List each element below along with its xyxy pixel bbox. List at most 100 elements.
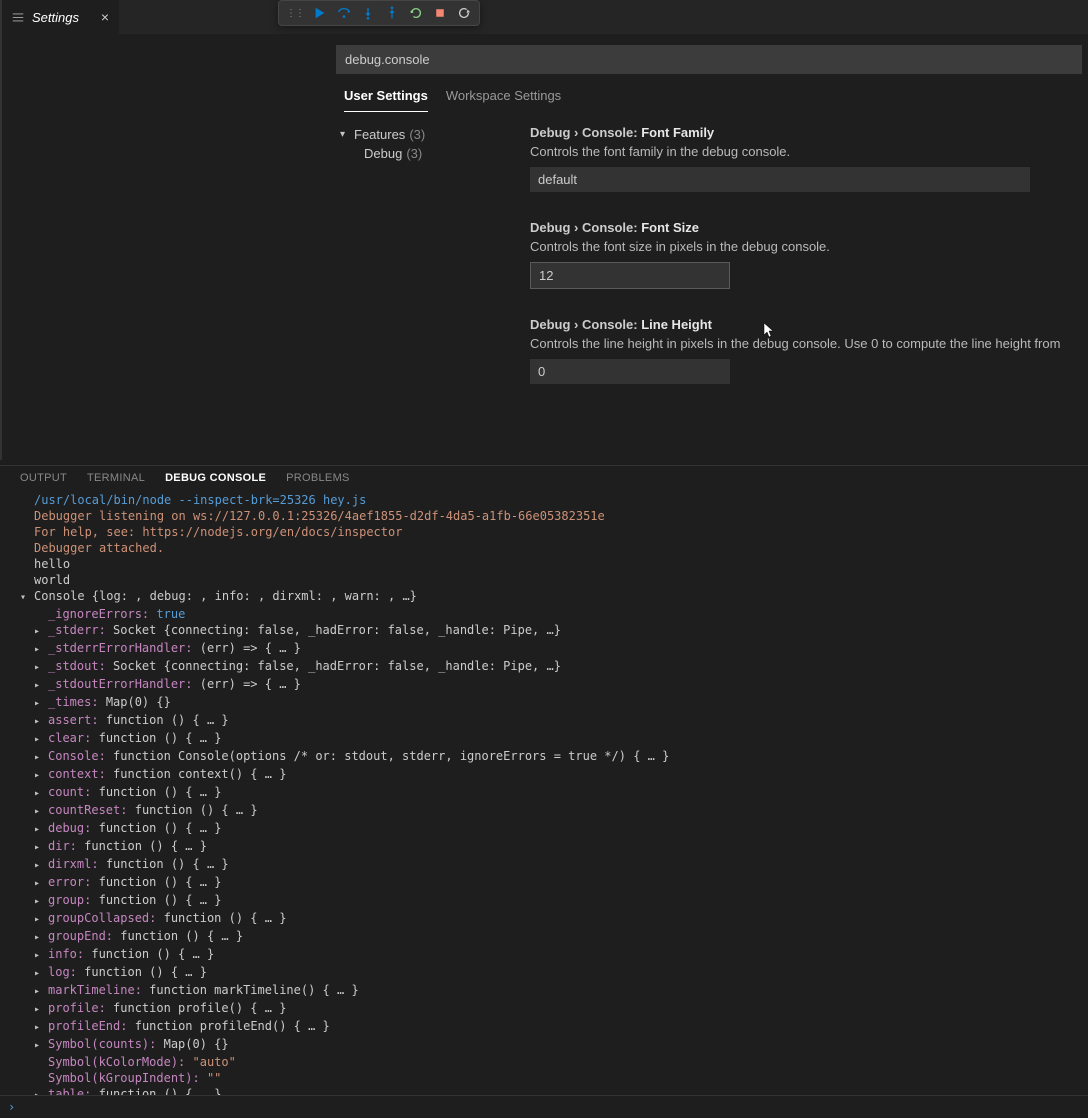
setting-description: Controls the font family in the debug co… xyxy=(530,144,1080,159)
chevron-right-icon[interactable] xyxy=(34,660,44,676)
console-prop[interactable]: error: function () { … } xyxy=(20,874,1088,892)
console-prop[interactable]: info: function () { … } xyxy=(20,946,1088,964)
debug-restart-button[interactable] xyxy=(405,2,427,24)
settings-tab-icon xyxy=(10,9,26,25)
console-expandable[interactable]: Console {log: , debug: , info: , dirxml:… xyxy=(20,588,1088,606)
chevron-right-icon[interactable] xyxy=(34,768,44,784)
chevron-right-icon[interactable] xyxy=(34,930,44,946)
chevron-right-icon[interactable] xyxy=(34,678,44,694)
debug-step-out-button[interactable] xyxy=(381,2,403,24)
font-size-input[interactable] xyxy=(530,262,730,289)
setting-name: Font Size xyxy=(641,220,699,235)
chevron-right-icon[interactable] xyxy=(34,876,44,892)
debug-continue-button[interactable] xyxy=(309,2,331,24)
editor-tab-bar: Settings × xyxy=(0,0,1088,35)
chevron-down-icon[interactable] xyxy=(20,590,30,606)
chevron-right-icon[interactable] xyxy=(34,1088,44,1095)
console-line: /usr/local/bin/node --inspect-brk=25326 … xyxy=(20,492,1088,508)
chevron-right-icon[interactable] xyxy=(34,1002,44,1018)
debug-console-input[interactable]: › xyxy=(0,1095,1088,1118)
console-prop[interactable]: debug: function () { … } xyxy=(20,820,1088,838)
console-prop[interactable]: groupCollapsed: function () { … } xyxy=(20,910,1088,928)
chevron-right-icon[interactable] xyxy=(34,858,44,874)
console-prop[interactable]: Symbol(counts): Map(0) {} xyxy=(20,1036,1088,1054)
prompt-icon: › xyxy=(8,1100,15,1114)
setting-description: Controls the font size in pixels in the … xyxy=(530,239,1080,254)
panel-tab-debug-console[interactable]: DEBUG CONSOLE xyxy=(165,472,266,484)
setting-prefix: Debug › Console: xyxy=(530,220,641,235)
debug-toolbar[interactable]: ⋮⋮ xyxy=(278,0,480,26)
debug-step-into-button[interactable] xyxy=(357,2,379,24)
console-prop[interactable]: _stderrErrorHandler: (err) => { … } xyxy=(20,640,1088,658)
console-prop[interactable]: markTimeline: function markTimeline() { … xyxy=(20,982,1088,1000)
chevron-right-icon[interactable] xyxy=(34,912,44,928)
console-prop[interactable]: countReset: function () { … } xyxy=(20,802,1088,820)
chevron-right-icon[interactable] xyxy=(34,984,44,1000)
setting-name: Line Height xyxy=(641,317,712,332)
debug-console-output[interactable]: /usr/local/bin/node --inspect-brk=25326 … xyxy=(0,490,1088,1095)
chevron-right-icon[interactable] xyxy=(34,714,44,730)
settings-scope-tabs: User Settings Workspace Settings xyxy=(344,88,1088,113)
panel-tabs: OUTPUT TERMINAL DEBUG CONSOLE PROBLEMS xyxy=(0,466,1088,490)
chevron-right-icon[interactable] xyxy=(34,696,44,712)
setting-font-size: Debug › Console: Font Size Controls the … xyxy=(530,220,1080,289)
console-prop: Symbol(kGroupIndent): "" xyxy=(20,1070,1088,1086)
chevron-right-icon[interactable] xyxy=(34,894,44,910)
console-prop[interactable]: context: function context() { … } xyxy=(20,766,1088,784)
close-icon[interactable]: × xyxy=(101,9,109,25)
setting-line-height: Debug › Console: Line Height Controls th… xyxy=(530,317,1080,384)
console-prop[interactable]: _stderr: Socket {connecting: false, _had… xyxy=(20,622,1088,640)
console-prop[interactable]: assert: function () { … } xyxy=(20,712,1088,730)
debug-disconnect-button[interactable] xyxy=(453,2,475,24)
toc-debug[interactable]: Debug (3) xyxy=(364,144,530,163)
console-prop[interactable]: group: function () { … } xyxy=(20,892,1088,910)
console-prop[interactable]: profileEnd: function profileEnd() { … } xyxy=(20,1018,1088,1036)
tab-user-settings[interactable]: User Settings xyxy=(344,88,428,112)
console-prop[interactable]: clear: function () { … } xyxy=(20,730,1088,748)
chevron-right-icon[interactable] xyxy=(34,1038,44,1054)
chevron-right-icon[interactable] xyxy=(34,840,44,856)
chevron-right-icon[interactable] xyxy=(34,948,44,964)
chevron-right-icon[interactable] xyxy=(34,624,44,640)
line-height-input[interactable] xyxy=(530,359,730,384)
chevron-right-icon[interactable] xyxy=(34,966,44,982)
console-prop[interactable]: Console: function Console(options /* or:… xyxy=(20,748,1088,766)
tab-settings[interactable]: Settings × xyxy=(0,0,120,34)
chevron-right-icon[interactable] xyxy=(34,804,44,820)
settings-search-input[interactable]: debug.console xyxy=(336,45,1082,74)
chevron-right-icon[interactable] xyxy=(34,642,44,658)
panel-tab-output[interactable]: OUTPUT xyxy=(20,472,67,484)
console-prop[interactable]: groupEnd: function () { … } xyxy=(20,928,1088,946)
debug-stop-button[interactable] xyxy=(429,2,451,24)
chevron-right-icon[interactable] xyxy=(34,822,44,838)
settings-list: Debug › Console: Font Family Controls th… xyxy=(530,125,1088,412)
tab-title: Settings xyxy=(32,10,79,25)
panel-tab-problems[interactable]: PROBLEMS xyxy=(286,472,350,484)
tab-workspace-settings[interactable]: Workspace Settings xyxy=(446,88,561,112)
setting-description: Controls the line height in pixels in th… xyxy=(530,336,1080,351)
chevron-right-icon[interactable] xyxy=(34,1020,44,1036)
console-prop[interactable]: table: function () { … } xyxy=(20,1086,1088,1095)
drag-handle-icon[interactable]: ⋮⋮ xyxy=(283,8,307,19)
font-family-input[interactable] xyxy=(530,167,1030,192)
debug-step-over-button[interactable] xyxy=(333,2,355,24)
chevron-right-icon[interactable] xyxy=(34,750,44,766)
console-line: Debugger attached. xyxy=(20,540,1088,556)
console-prop: Symbol(kColorMode): "auto" xyxy=(20,1054,1088,1070)
toc-features[interactable]: ▾ Features (3) xyxy=(340,125,530,144)
console-prop[interactable]: _times: Map(0) {} xyxy=(20,694,1088,712)
chevron-right-icon[interactable] xyxy=(34,732,44,748)
console-line: For help, see: https://nodejs.org/en/doc… xyxy=(20,524,1088,540)
console-prop[interactable]: _stdout: Socket {connecting: false, _had… xyxy=(20,658,1088,676)
console-prop[interactable]: dirxml: function () { … } xyxy=(20,856,1088,874)
console-prop: _ignoreErrors: true xyxy=(20,606,1088,622)
console-prop[interactable]: log: function () { … } xyxy=(20,964,1088,982)
console-prop[interactable]: _stdoutErrorHandler: (err) => { … } xyxy=(20,676,1088,694)
console-prop[interactable]: profile: function profile() { … } xyxy=(20,1000,1088,1018)
panel-tab-terminal[interactable]: TERMINAL xyxy=(87,472,145,484)
console-prop[interactable]: count: function () { … } xyxy=(20,784,1088,802)
chevron-right-icon[interactable] xyxy=(34,786,44,802)
console-prop[interactable]: dir: function () { … } xyxy=(20,838,1088,856)
setting-font-family: Debug › Console: Font Family Controls th… xyxy=(530,125,1080,192)
console-line: hello xyxy=(20,556,1088,572)
